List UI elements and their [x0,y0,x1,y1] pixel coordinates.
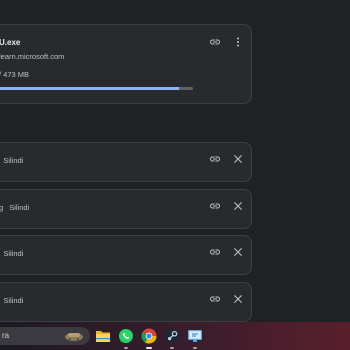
app-running-indicator [124,347,128,349]
download-status: Silindi [3,249,24,258]
app-active-indicator [146,347,152,349]
file-explorer-icon [96,331,110,342]
download-progress-fill [0,87,179,90]
close-icon [234,248,242,256]
steam-button[interactable] [164,328,180,344]
copy-link-button[interactable] [207,198,223,214]
whatsapp-icon [119,329,133,343]
download-status: Silindi [9,203,30,212]
link-icon [210,156,220,162]
remote-desktop-icon [188,330,202,342]
remove-from-list-button[interactable] [230,151,246,167]
copy-link-button[interactable] [207,151,223,167]
download-source-url[interactable]: learn.microsoft.com [0,52,64,61]
chrome-button[interactable] [141,328,157,344]
remove-from-list-button[interactable] [230,198,246,214]
download-progress-bar [0,87,193,90]
taskbar: ra [0,322,350,350]
download-item-active: U.exe learn.microsoft.com / 473 MB [0,24,252,104]
remote-desktop-button[interactable] [187,328,203,344]
taskbar-search-text: ra [2,331,10,340]
download-item: egSilindi [0,235,252,275]
copy-link-button[interactable] [207,244,223,260]
downloads-page: U.exe learn.microsoft.com / 473 MB egSil… [0,0,350,350]
download-filename[interactable]: U.exe [0,38,20,47]
download-row-text: jpeg Silindi [0,203,29,212]
search-highlight-icon [65,333,83,342]
file-explorer-button[interactable] [95,328,111,344]
steam-icon [165,329,179,343]
app-running-indicator [170,347,174,349]
download-filename[interactable]: jpeg [0,203,3,212]
taskbar-search-box[interactable]: ra [0,327,90,345]
link-icon [210,249,220,255]
more-options-button[interactable] [230,34,246,50]
link-icon [210,296,220,302]
chrome-icon [141,328,157,344]
download-row-text: egSilindi [0,249,23,258]
download-status: Silindi [3,156,24,165]
link-icon [210,39,220,45]
copy-link-button[interactable] [207,291,223,307]
close-icon [234,295,242,303]
remove-from-list-button[interactable] [230,244,246,260]
download-item: egSilindi [0,282,252,322]
copy-link-button[interactable] [207,34,223,50]
remove-from-list-button[interactable] [230,291,246,307]
whatsapp-button[interactable] [118,328,134,344]
download-progress-text: / 473 MB [0,70,30,79]
more-vert-icon [237,37,239,47]
download-status: Silindi [3,296,24,305]
download-item: jpeg Silindi [0,189,252,229]
download-item: egSilindi [0,142,252,182]
app-running-indicator [193,347,197,349]
close-icon [234,202,242,210]
download-row-text: egSilindi [0,296,23,305]
link-icon [210,203,220,209]
close-icon [234,155,242,163]
download-row-text: egSilindi [0,156,23,165]
